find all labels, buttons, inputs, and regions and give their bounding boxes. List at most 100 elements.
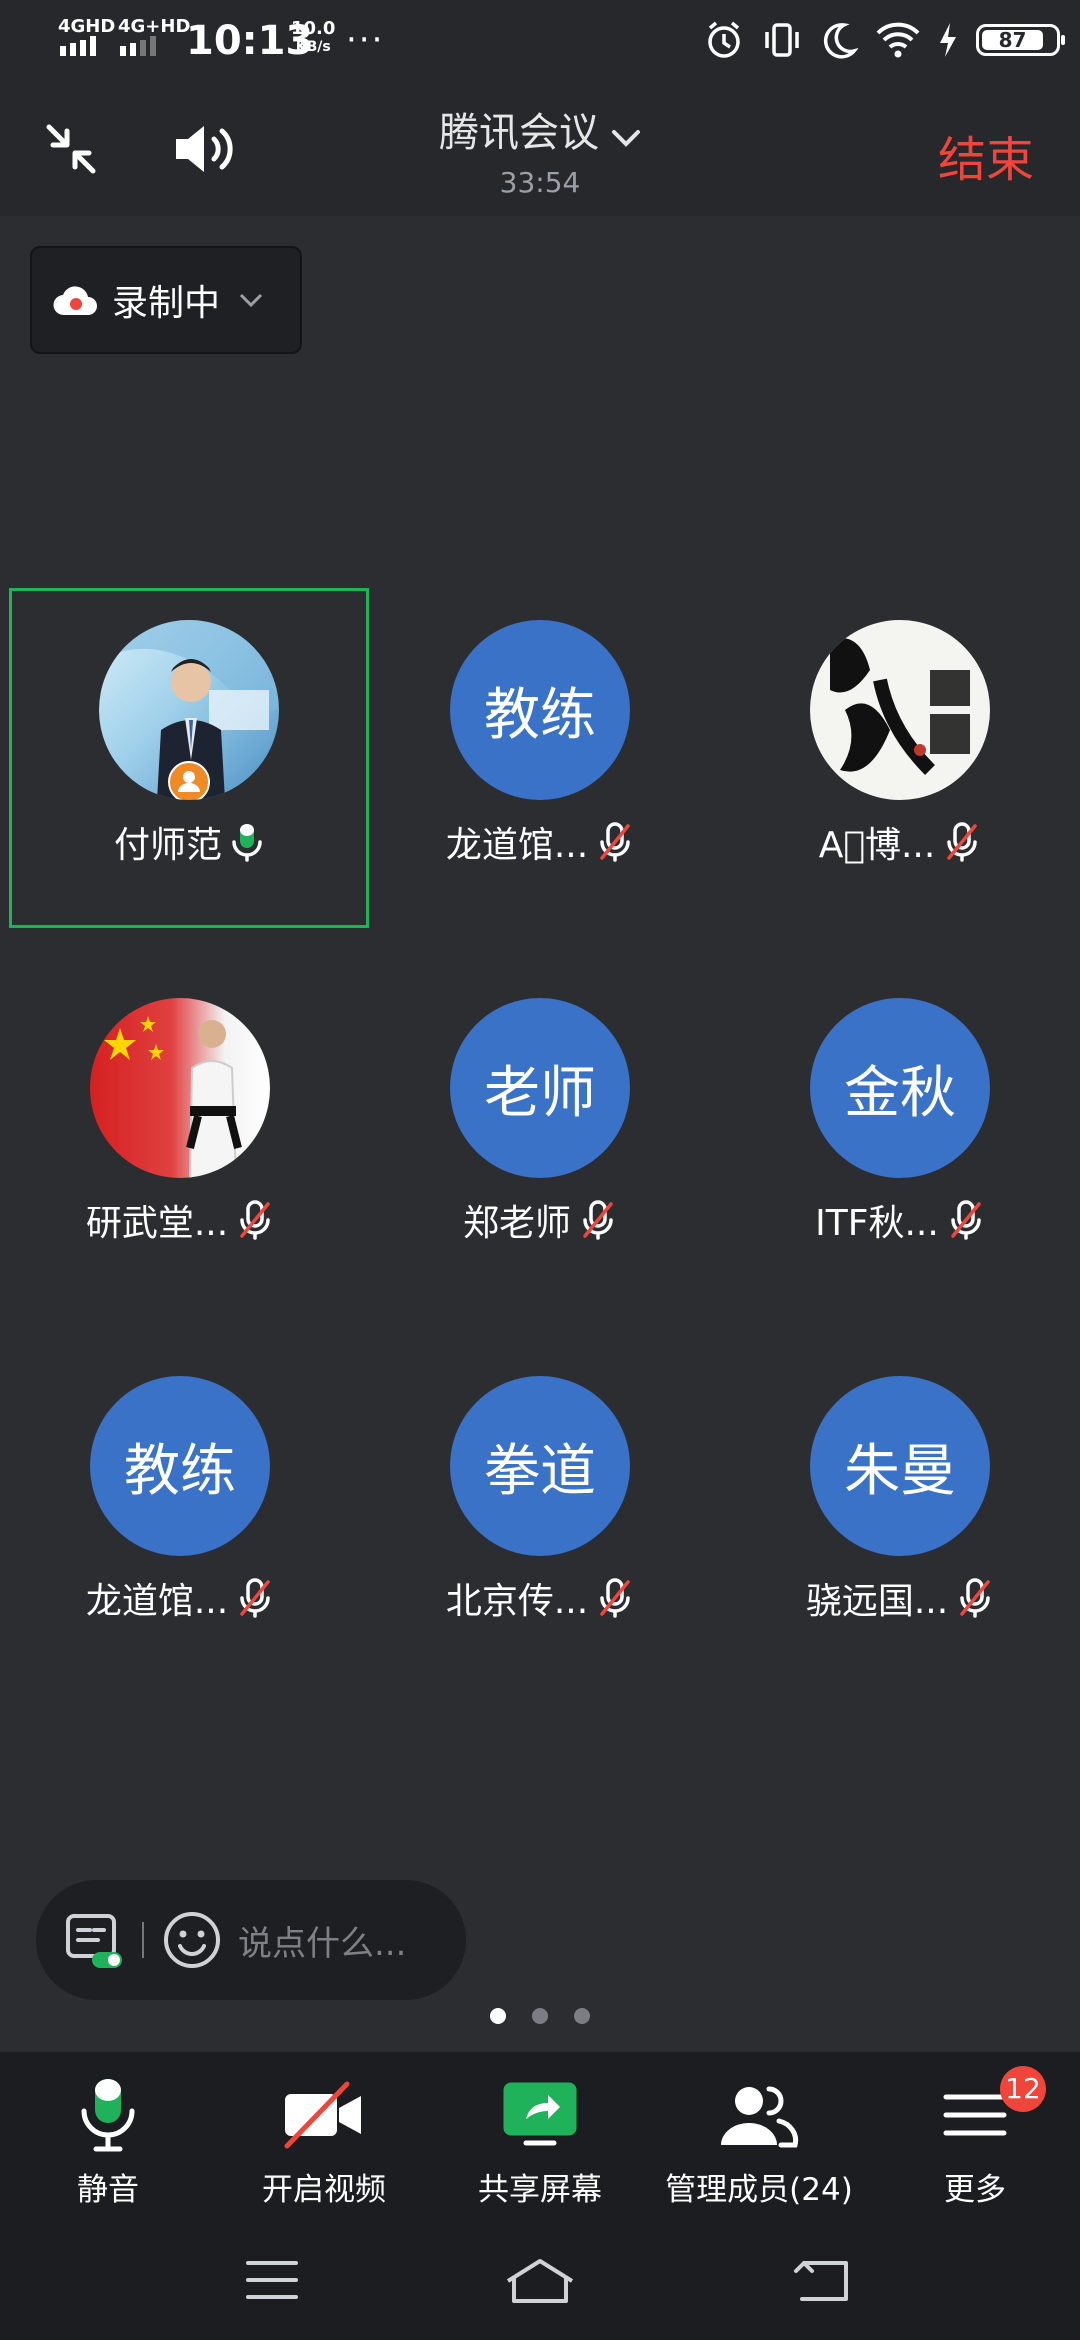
participant-name-row: A􏿾博... (720, 816, 1080, 868)
start-video-button[interactable]: 开启视频 (254, 2070, 394, 2209)
avatar-photo (104, 1016, 242, 1178)
share-screen-button[interactable]: 共享屏幕 (470, 2070, 610, 2209)
meeting-timer: 33:54 (499, 166, 581, 199)
participant-name: 龙道馆... (445, 825, 589, 866)
participant-name: 付师范 (113, 825, 222, 866)
participant-tile[interactable]: 教练 龙道馆... (360, 588, 720, 928)
mute-button[interactable]: 静音 (48, 2070, 168, 2209)
avatar: 教练 (450, 620, 630, 800)
participant-tile[interactable]: 朱曼 骁远国... (720, 1344, 1080, 1684)
emoji-icon[interactable] (162, 1910, 222, 1970)
speed-value: 10.0 (291, 18, 336, 39)
participant-name-row: 北京传... (360, 1572, 720, 1624)
signal-label-1: 4GHD (58, 16, 116, 37)
host-badge-icon (168, 761, 210, 800)
back-button[interactable] (782, 2250, 862, 2310)
participant-tile[interactable]: A􏿾博... (720, 588, 1080, 928)
avatar: 拳道 (450, 1376, 630, 1556)
menu-lines-icon (943, 2094, 1007, 2136)
avatar: 教练 (90, 1376, 270, 1556)
participant-name-row: 研武堂... (0, 1194, 360, 1246)
network-speed: 10.0 KB/s (291, 20, 335, 56)
chevron-down-icon (239, 293, 263, 308)
avatar (99, 620, 279, 800)
meeting-title[interactable]: 腾讯会议 (0, 100, 1080, 158)
participant-tile[interactable]: 金秋 ITF秋... (720, 966, 1080, 1306)
page-dot[interactable] (532, 2008, 548, 2024)
wifi-icon (876, 22, 920, 58)
avatar: 老师 (450, 998, 630, 1178)
mute-label: 静音 (77, 2172, 139, 2208)
avatar (810, 620, 990, 800)
participant-name-row: 龙道馆... (0, 1572, 360, 1624)
participant-name: 研武堂... (85, 1203, 229, 1244)
participant-name: 龙道馆... (85, 1581, 229, 1622)
more-button[interactable]: 12 更多 (920, 2066, 1046, 2209)
chat-input-bar[interactable]: 说点什么... (36, 1880, 466, 2000)
participant-name: ITF秋... (815, 1203, 939, 1244)
page-indicator (0, 2008, 1080, 2024)
subtitles-toggle-icon[interactable] (64, 1910, 124, 1970)
notification-badge: 12 (1000, 2066, 1046, 2112)
end-meeting-button[interactable]: 结束 (938, 120, 1034, 190)
participant-tile[interactable]: 教练 龙道馆... (0, 1344, 360, 1684)
home-button[interactable] (500, 2250, 580, 2310)
mic-muted-icon (583, 1200, 613, 1240)
more-label: 更多 (944, 2172, 1006, 2208)
page-dot-active[interactable] (490, 2008, 506, 2024)
back-icon (794, 2261, 848, 2301)
chat-placeholder[interactable]: 说点什么... (238, 1916, 406, 1965)
do-not-disturb-moon-icon (823, 23, 858, 59)
participant-name: 郑老师 (462, 1203, 571, 1244)
video-off-icon (284, 2081, 361, 2149)
status-icons: 87 (704, 18, 1065, 62)
alarm-icon (708, 21, 740, 58)
mic-muted-icon (947, 822, 978, 862)
battery-level: 87 (982, 30, 1043, 50)
manage-members-button[interactable]: 管理成员(24) (664, 2070, 854, 2209)
participant-name-row: 龙道馆... (360, 816, 720, 868)
mic-muted-icon (240, 1200, 270, 1240)
participant-tile[interactable]: 拳道 北京传... (360, 1344, 720, 1684)
members-label: 管理成员(24) (665, 2172, 853, 2208)
share-label: 共享屏幕 (478, 2172, 602, 2208)
cloud-recording-icon (53, 286, 97, 316)
microphone-icon (81, 2079, 135, 2152)
participant-name: A􏿾博... (818, 825, 936, 866)
avatar-calligraphy-image (830, 638, 970, 775)
system-navigation-bar (0, 2220, 1080, 2340)
participant-name-row: 骁远国... (720, 1572, 1080, 1624)
participant-tile[interactable]: 付师范 (9, 588, 369, 928)
home-icon (506, 2259, 574, 2303)
signal-4g-2: 4G+HD (118, 18, 190, 60)
participant-name-row: 付师范 (12, 816, 366, 868)
signal-bars-icon (120, 36, 156, 56)
page-dot[interactable] (574, 2008, 590, 2024)
video-label: 开启视频 (262, 2172, 386, 2208)
signal-label-2: 4G+HD (118, 16, 191, 37)
participant-tile[interactable]: 老师 郑老师 (360, 966, 720, 1306)
avatar (90, 998, 270, 1178)
members-icon (721, 2086, 799, 2148)
participant-tile[interactable]: 研武堂... (0, 966, 360, 1306)
more-notifications: ··· (346, 20, 385, 60)
mic-muted-icon (240, 1578, 270, 1618)
vibrate-icon (765, 23, 799, 57)
mic-active-icon (232, 824, 262, 862)
recent-apps-button[interactable] (232, 2250, 312, 2310)
participant-name: 北京传... (445, 1581, 589, 1622)
meeting-title-text: 腾讯会议 (439, 110, 599, 156)
recording-label: 录制中 (112, 283, 221, 324)
bottom-toolbar: 静音 开启视频 共享屏幕 管理成员(24) 12 更多 (0, 2052, 1080, 2220)
participant-name-row: 郑老师 (360, 1194, 720, 1246)
avatar: 朱曼 (810, 1376, 990, 1556)
signal-bars-icon (60, 36, 96, 56)
divider (142, 1922, 144, 1958)
signal-4g-1: 4GHD (58, 18, 115, 60)
participant-name: 骁远国... (805, 1581, 949, 1622)
recording-status-button[interactable]: 录制中 (30, 246, 302, 354)
charging-icon (940, 23, 956, 57)
share-screen-icon (503, 2082, 577, 2146)
mic-muted-icon (600, 1578, 630, 1618)
mic-muted-icon (960, 1578, 990, 1618)
